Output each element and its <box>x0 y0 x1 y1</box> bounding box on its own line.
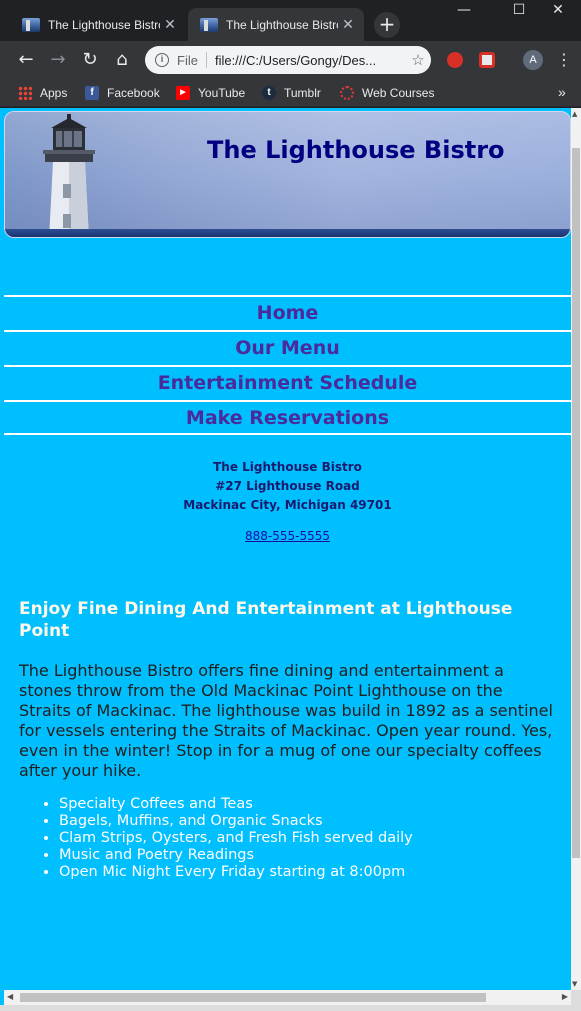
close-icon: ✕ <box>552 2 564 18</box>
street-address: #27 Lighthouse Road <box>215 479 360 493</box>
plus-icon: + <box>378 12 396 36</box>
tab-close-icon[interactable]: ✕ <box>160 16 180 33</box>
vertical-scroll-thumb[interactable] <box>572 148 580 858</box>
list-item: Bagels, Muffins, and Organic Snacks <box>59 813 559 830</box>
header-banner: The Lighthouse Bistro <box>4 111 571 238</box>
list-item: Open Mic Night Every Friday starting at … <box>59 864 559 881</box>
scroll-up-icon[interactable]: ▲ <box>572 110 577 118</box>
tumblr-icon: t <box>262 86 276 100</box>
list-item: Specialty Coffees and Teas <box>59 796 559 813</box>
lighthouse-favicon-icon <box>22 17 40 32</box>
business-name: The Lighthouse Bistro <box>213 460 362 474</box>
scheme-label: File <box>177 52 198 68</box>
main-nav: Home Our Menu Entertainment Schedule Mak… <box>4 295 571 435</box>
web-page: The Lighthouse Bistro Home Our Menu Ente… <box>4 108 571 990</box>
lighthouse-favicon-icon <box>200 17 218 32</box>
maximize-icon: ☐ <box>512 2 526 18</box>
reload-icon: ↻ <box>82 49 98 70</box>
banner-water <box>5 229 570 237</box>
bookmark-label: Web Courses <box>362 86 435 100</box>
bookmark-apps[interactable]: Apps <box>18 84 67 102</box>
nav-link-entertainment-schedule[interactable]: Entertainment Schedule <box>4 365 571 400</box>
bookmark-label: Tumblr <box>284 86 321 100</box>
minimize-button[interactable]: — <box>441 2 487 18</box>
bookmark-tumblr[interactable]: t Tumblr <box>262 84 321 102</box>
bookmarks-overflow-button[interactable]: » <box>558 84 566 100</box>
arrow-right-icon: → <box>50 49 66 70</box>
bookmark-label: YouTube <box>198 86 246 100</box>
phone-link[interactable]: 888-555-5555 <box>245 529 330 543</box>
url-text[interactable]: file:///C:/Users/Gongy/Des... <box>215 53 405 68</box>
menu-kebab-icon[interactable]: ⋮ <box>556 51 572 69</box>
info-icon[interactable]: i <box>155 53 169 67</box>
window-bottom-frame <box>0 1005 581 1011</box>
profile-avatar[interactable]: A <box>523 50 543 70</box>
site-title: The Lighthouse Bistro <box>207 136 505 164</box>
tab-close-icon[interactable]: ✕ <box>338 16 358 33</box>
home-button[interactable]: ⌂ <box>110 49 134 71</box>
arrow-left-icon: ← <box>18 49 34 70</box>
scroll-left-icon[interactable]: ◀ <box>7 992 13 1001</box>
vertical-scrollbar[interactable]: ▲ ▼ <box>571 108 581 990</box>
tab-strip: The Lighthouse Bistro ✕ The Lighthouse B… <box>0 0 581 41</box>
calendar-extension-icon[interactable] <box>479 52 495 68</box>
close-window-button[interactable]: ✕ <box>535 2 581 18</box>
intro-heading: Enjoy Fine Dining And Entertainment at L… <box>19 599 513 641</box>
features-list: Specialty Coffees and Teas Bagels, Muffi… <box>59 796 559 881</box>
address-divider <box>205 52 207 68</box>
phone-container: 888-555-5555 <box>4 529 571 543</box>
city-state-zip: Mackinac City, Michigan 49701 <box>183 498 392 512</box>
forward-button[interactable]: → <box>46 49 70 71</box>
nav-link-home[interactable]: Home <box>4 295 571 330</box>
youtube-icon: ▶ <box>176 86 190 100</box>
bookmark-star-icon[interactable]: ☆ <box>405 51 431 69</box>
page-viewport: The Lighthouse Bistro Home Our Menu Ente… <box>0 108 581 1011</box>
facebook-icon: f <box>85 86 99 100</box>
apps-grid-icon <box>18 86 32 100</box>
home-icon: ⌂ <box>116 49 128 70</box>
new-tab-button[interactable]: + <box>374 12 400 38</box>
horizontal-scrollbar[interactable]: ◀ ▶ <box>4 990 571 1005</box>
bookmarks-bar: Apps f Facebook ▶ YouTube t Tumblr Web C… <box>0 79 581 107</box>
browser-tab[interactable]: The Lighthouse Bistro ✕ <box>10 8 186 41</box>
intro-paragraph: The Lighthouse Bistro offers fine dining… <box>19 661 553 780</box>
adblock-extension-icon[interactable] <box>447 52 463 68</box>
back-button[interactable]: ← <box>14 49 38 71</box>
web-courses-icon <box>340 86 354 100</box>
bookmark-web-courses[interactable]: Web Courses <box>340 84 434 102</box>
nav-link-make-reservations[interactable]: Make Reservations <box>4 400 571 435</box>
bookmark-youtube[interactable]: ▶ YouTube <box>176 84 245 102</box>
lighthouse-image <box>43 114 95 237</box>
browser-toolbar: ← → ↻ ⌂ i File file:///C:/Users/Gongy/De… <box>0 41 581 79</box>
address-bar[interactable]: i File file:///C:/Users/Gongy/Des... ☆ <box>145 46 431 74</box>
scrollbar-corner <box>571 990 581 1005</box>
nav-link-our-menu[interactable]: Our Menu <box>4 330 571 365</box>
tab-title: The Lighthouse Bistro <box>48 17 160 32</box>
minimize-icon: — <box>457 2 471 18</box>
scroll-right-icon[interactable]: ▶ <box>562 992 568 1001</box>
tab-title: The Lighthouse Bistro <box>226 17 338 32</box>
contact-address: The Lighthouse Bistro #27 Lighthouse Roa… <box>4 458 571 515</box>
horizontal-scroll-thumb[interactable] <box>20 993 486 1002</box>
scroll-down-icon[interactable]: ▼ <box>572 980 577 988</box>
bookmark-label: Facebook <box>107 86 160 100</box>
bookmark-facebook[interactable]: f Facebook <box>85 84 160 102</box>
list-item: Clam Strips, Oysters, and Fresh Fish ser… <box>59 830 559 847</box>
list-item: Music and Poetry Readings <box>59 847 559 864</box>
reload-button[interactable]: ↻ <box>78 49 102 71</box>
bookmark-label: Apps <box>40 86 68 100</box>
browser-tab-active[interactable]: The Lighthouse Bistro ✕ <box>188 8 364 41</box>
